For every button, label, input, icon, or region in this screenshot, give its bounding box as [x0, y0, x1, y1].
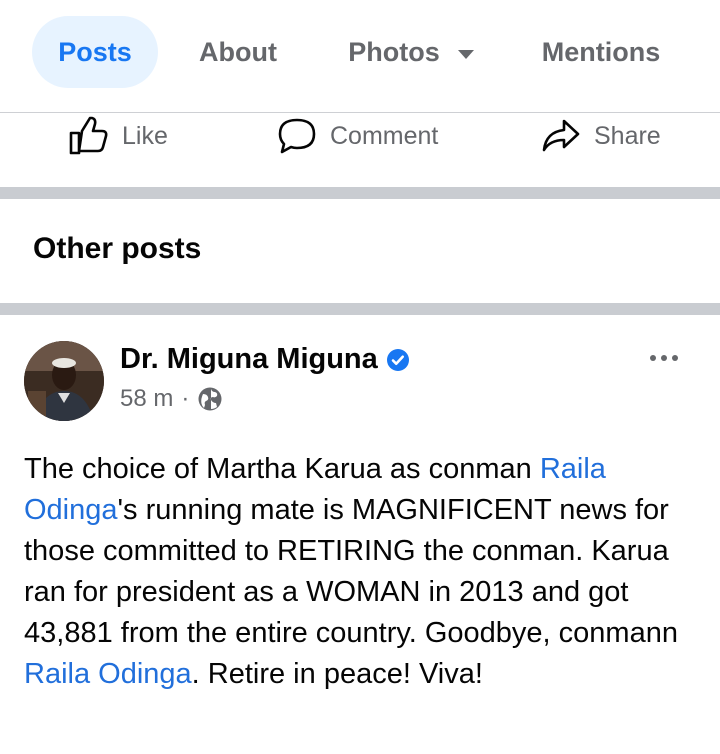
post-author[interactable]: Dr. Miguna Miguna — [120, 343, 410, 376]
tab-mentions[interactable]: Mentions — [516, 16, 686, 88]
like-button[interactable]: Like — [68, 113, 168, 159]
mention-link[interactable]: Raila Odinga — [24, 658, 192, 690]
tab-about[interactable]: About — [176, 16, 300, 88]
share-icon — [542, 119, 580, 152]
post-time[interactable]: 58 m — [120, 385, 173, 413]
post-meta: 58 m · — [120, 385, 223, 413]
post-text-part: 's running mate is MAGNIFICENT news for … — [24, 494, 678, 649]
tab-photos-label: Photos — [348, 36, 440, 67]
more-icon-dot — [661, 355, 667, 361]
post-card: Dr. Miguna Miguna 58 m · The choice of M… — [0, 315, 720, 754]
post-text-part: . Retire in peace! Viva! — [191, 658, 483, 690]
tab-about-label: About — [199, 36, 277, 67]
post-text: The choice of Martha Karua as conman Rai… — [24, 449, 704, 695]
mention-link[interactable]: Raila — [540, 453, 606, 485]
section-divider — [0, 303, 720, 315]
tab-photos[interactable]: Photos — [326, 16, 496, 88]
tab-mentions-label: Mentions — [541, 36, 661, 67]
profile-tabs: Posts About Photos Mentions — [0, 0, 720, 112]
caret-down-icon — [457, 49, 474, 59]
more-icon-dot — [672, 355, 678, 361]
like-icon — [69, 116, 108, 155]
more-options-button[interactable] — [650, 355, 678, 361]
verified-badge-icon — [386, 348, 409, 371]
post-actions-bar: Like Comment Share — [0, 113, 720, 187]
comment-label: Comment — [330, 121, 439, 150]
globe-icon — [198, 387, 222, 411]
mention-link[interactable]: Odinga — [24, 494, 118, 526]
avatar[interactable] — [24, 341, 104, 421]
author-name: Dr. Miguna Miguna — [120, 343, 378, 375]
avatar-image — [24, 341, 104, 421]
more-icon-dot — [650, 355, 656, 361]
meta-separator: · — [181, 385, 190, 412]
tab-posts[interactable]: Posts — [32, 16, 158, 88]
share-button[interactable]: Share — [540, 113, 661, 159]
comment-button[interactable]: Comment — [276, 113, 438, 159]
post-text-part: The choice of Martha Karua as conman — [24, 453, 540, 485]
section-title: Other posts — [33, 232, 202, 265]
like-label: Like — [122, 121, 168, 150]
share-label: Share — [594, 121, 661, 150]
section-divider — [0, 187, 720, 199]
tab-posts-label: Posts — [58, 36, 132, 67]
comment-icon — [278, 118, 316, 154]
